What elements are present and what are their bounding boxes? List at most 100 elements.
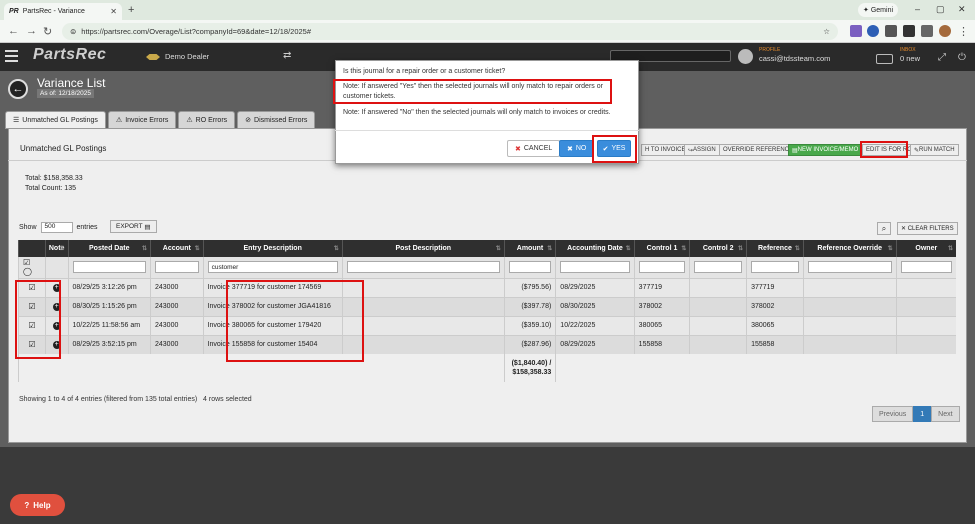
row-checkbox[interactable]: ☑ <box>18 334 46 354</box>
posted-date-cell: 08/29/25 3:12:26 pm <box>67 277 151 297</box>
table-row[interactable]: ☑ + 08/30/25 1:15:26 pm 243000 Invoice 3… <box>18 296 956 316</box>
fullscreen-icon[interactable]: ⤢ <box>938 52 946 63</box>
tab-invoice-errors[interactable]: ⚠ Invoice Errors <box>107 111 177 129</box>
maximize-icon[interactable]: ▢ <box>936 4 945 15</box>
col-account[interactable]: Account ⇅ <box>150 240 204 257</box>
menu-dots-icon[interactable]: ⋮ <box>958 25 969 38</box>
owner-filter[interactable] <box>900 261 952 274</box>
note-cell[interactable]: + <box>44 315 68 335</box>
previous-page-button[interactable]: Previous <box>872 406 914 422</box>
col-note[interactable]: Note ⇅ <box>44 240 68 257</box>
col-entry-description[interactable]: Entry Description ⇅ <box>202 240 343 257</box>
profile-name[interactable]: cassi@tdssteam.com <box>759 54 830 63</box>
posted-date-filter[interactable] <box>72 261 146 274</box>
tab-unmatched-gl-postings[interactable]: ☰ Unmatched GL Postings <box>5 111 106 129</box>
extensions-icon[interactable] <box>885 25 897 37</box>
extension-pen-icon[interactable] <box>850 25 862 37</box>
show-label: Show <box>19 224 37 231</box>
address-bar[interactable]: ⊜ https://partsrec.com/Overage/List?comp… <box>62 23 838 40</box>
sidebar-icon[interactable] <box>921 25 933 37</box>
note-cell[interactable]: + <box>44 277 68 297</box>
tab-label: Dismissed Errors <box>254 116 308 124</box>
profile-avatar-icon[interactable] <box>939 25 951 37</box>
post-description-filter[interactable] <box>346 261 500 274</box>
logout-icon[interactable]: ⏻ <box>958 52 966 63</box>
help-button[interactable]: ? Help <box>10 494 65 516</box>
table-row[interactable]: ☑ + 08/29/25 3:52:15 pm 243000 Invoice 1… <box>18 334 956 354</box>
reference-override-filter[interactable] <box>807 261 892 274</box>
entry-filter-cell: customer <box>202 257 343 278</box>
inbox-count[interactable]: 0 new <box>900 54 920 63</box>
assign-button[interactable]: ↪ ASSIGN <box>684 144 720 156</box>
cast-icon[interactable] <box>903 25 915 37</box>
next-page-button[interactable]: Next <box>931 406 960 422</box>
col-control-2[interactable]: Control 2 ⇅ <box>689 240 747 257</box>
list-icon: ☰ <box>13 117 20 124</box>
col-post-description[interactable]: Post Description ⇅ <box>341 240 505 257</box>
checked-box-icon: ☑ <box>28 321 36 330</box>
back-button[interactable]: ← <box>8 79 28 99</box>
tab-dismissed-errors[interactable]: ⊘ Dismissed Errors <box>237 111 316 129</box>
minimize-icon[interactable]: – <box>915 4 920 14</box>
run-match-button[interactable]: ✎ RUN MATCH <box>910 144 959 156</box>
site-info-icon[interactable]: ⊜ <box>70 27 76 36</box>
row-checkbox[interactable]: ☑ <box>18 296 46 316</box>
row-checkbox[interactable]: ☑ <box>18 277 46 297</box>
account-filter[interactable] <box>155 261 199 274</box>
button-label: RUN MATCH <box>919 147 955 153</box>
close-window-icon[interactable]: ✕ <box>958 4 966 15</box>
col-amount[interactable]: Amount ⇅ <box>503 240 556 257</box>
row-checkbox[interactable]: ☑ <box>18 315 46 335</box>
amount-cell: ($795.56) <box>503 277 556 297</box>
match-to-invoice-button[interactable]: H TO INVOICE <box>641 144 690 156</box>
hamburger-menu-icon[interactable] <box>5 50 18 62</box>
gemini-button[interactable]: ✦ Gemini <box>858 3 898 17</box>
forward-icon[interactable]: → <box>26 25 37 37</box>
no-button[interactable]: ✖ NO <box>559 140 595 157</box>
table-row[interactable]: ☑ + 08/29/25 3:12:26 pm 243000 Invoice 3… <box>18 277 956 297</box>
extension-circle-icon[interactable] <box>867 25 879 37</box>
bookmark-star-icon[interactable]: ☆ <box>823 27 830 36</box>
select-none-icon[interactable]: ◯ <box>23 267 32 276</box>
col-reference-override[interactable]: Reference Override ⇅ <box>802 240 897 257</box>
select-all-icon[interactable]: ☑ <box>23 258 30 267</box>
note-cell[interactable]: + <box>44 334 68 354</box>
col-owner[interactable]: Owner ⇅ <box>895 240 956 257</box>
table-row[interactable]: ☑ + 10/22/25 11:58:56 am 243000 Invoice … <box>18 315 956 335</box>
tab-ro-errors[interactable]: ⚠ RO Errors <box>178 111 236 129</box>
new-invoice-memo-button[interactable]: ▤ NEW INVOICE/MEMO <box>788 144 863 156</box>
close-tab-icon[interactable]: ✕ <box>110 7 117 16</box>
entry-description-filter[interactable]: customer <box>207 261 338 274</box>
reload-icon[interactable]: ↻ <box>43 25 52 38</box>
new-tab-icon[interactable]: + <box>128 4 134 16</box>
note-cell[interactable]: + <box>44 296 68 316</box>
inbox-icon[interactable] <box>876 54 893 64</box>
yes-button[interactable]: ✔ YES <box>597 140 631 157</box>
dealer-name[interactable]: Demo Dealer <box>165 52 209 61</box>
col-reference[interactable]: Reference ⇅ <box>746 240 804 257</box>
reference-filter[interactable] <box>751 261 799 274</box>
control-1-filter[interactable] <box>638 261 686 274</box>
browser-tab[interactable]: PR PartsRec - Variance ✕ <box>4 3 122 20</box>
override-reference-button[interactable]: OVERRIDE REFERENCE <box>719 144 798 156</box>
export-button[interactable]: EXPORT ▤ <box>110 220 157 233</box>
edit-is-for-ro-button[interactable]: EDIT IS FOR RO <box>862 144 916 156</box>
entries-select[interactable]: 500 <box>40 222 73 233</box>
avatar[interactable] <box>738 49 753 64</box>
sort-icon: ⇅ <box>794 246 800 252</box>
clear-filters-button[interactable]: ✕ CLEAR FILTERS <box>897 222 958 235</box>
amount-filter[interactable] <box>508 261 552 274</box>
search-icon[interactable]: ⌕ <box>877 222 891 235</box>
accounting-date-filter[interactable] <box>560 261 630 274</box>
page-1-button[interactable]: 1 <box>913 406 932 422</box>
back-icon[interactable]: ← <box>8 25 19 37</box>
cancel-button[interactable]: ✖ CANCEL <box>507 140 561 157</box>
col-control-1[interactable]: Control 1 ⇅ <box>633 240 690 257</box>
account-cell: 243000 <box>150 334 204 354</box>
col-posted-date[interactable]: Posted Date ⇅ <box>67 240 151 257</box>
control-2-filter[interactable] <box>694 261 743 274</box>
switch-dealer-icon[interactable]: ⇄ <box>283 50 291 61</box>
footer-amount-selected: ($1,840.40) / <box>511 360 552 367</box>
col-accounting-date[interactable]: Accounting Date ⇅ <box>555 240 635 257</box>
override-filter-cell <box>802 257 897 278</box>
